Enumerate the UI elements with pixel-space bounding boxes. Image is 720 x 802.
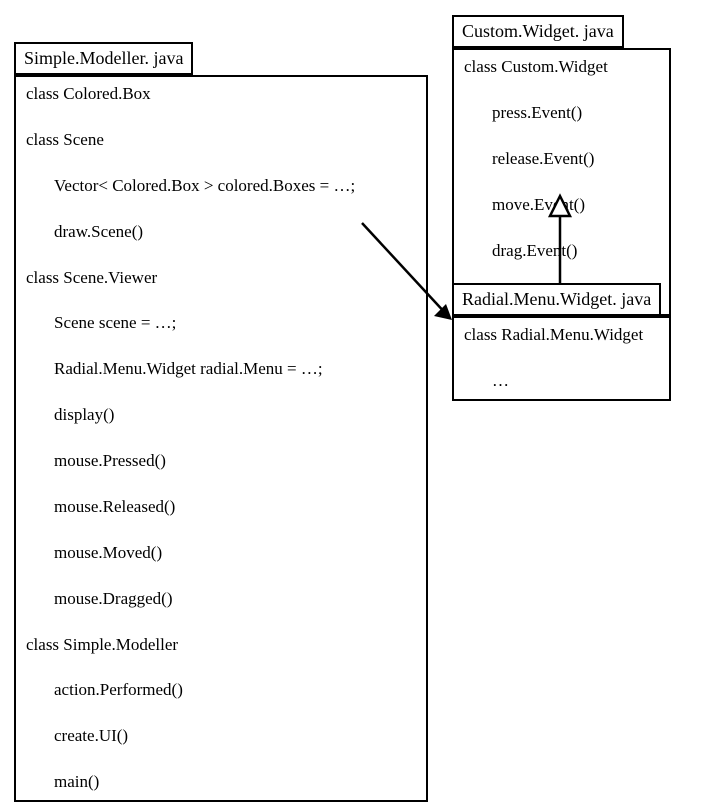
code-line: mouse.Dragged() (26, 588, 416, 611)
radial-menu-widget-title: Radial.Menu.Widget. java (452, 283, 661, 316)
simple-modeller-body: class Colored.Box class Scene Vector< Colo… (14, 75, 428, 802)
code-line: release.Event() (464, 148, 659, 171)
simple-modeller-title: Simple.Modeller. java (14, 42, 193, 75)
code-line: mouse.Moved() (26, 542, 416, 565)
title-text: Custom.Widget. java (462, 21, 614, 41)
code-line: Vector< Colored.Box > colored.Boxes = …; (26, 175, 416, 198)
title-text: Radial.Menu.Widget. java (462, 289, 651, 309)
code-line: class Custom.Widget (464, 56, 659, 79)
code-line: Scene scene = …; (26, 312, 416, 335)
code-line: mouse.Released() (26, 496, 416, 519)
code-line: action.Performed() (26, 679, 416, 702)
code-line: class Colored.Box (26, 83, 416, 106)
radial-menu-widget-body: class Radial.Menu.Widget … (452, 316, 671, 401)
code-line: Radial.Menu.Widget radial.Menu = …; (26, 358, 416, 381)
code-line: move.Event() (464, 194, 659, 217)
code-line: mouse.Pressed() (26, 450, 416, 473)
code-line: drag.Event() (464, 240, 659, 263)
code-line: press.Event() (464, 102, 659, 125)
code-line: class Scene (26, 129, 416, 152)
code-line: class Scene.Viewer (26, 267, 416, 290)
custom-widget-body: class Custom.Widget press.Event() release.… (452, 48, 671, 316)
code-line: create.UI() (26, 725, 416, 748)
custom-widget-title: Custom.Widget. java (452, 15, 624, 48)
title-text: Simple.Modeller. java (24, 48, 183, 68)
code-line: main() (26, 771, 416, 794)
code-line: class Radial.Menu.Widget (464, 324, 659, 347)
code-line: display() (26, 404, 416, 427)
code-line: … (464, 370, 659, 393)
code-line: class Simple.Modeller (26, 634, 416, 657)
code-line: draw.Scene() (26, 221, 416, 244)
